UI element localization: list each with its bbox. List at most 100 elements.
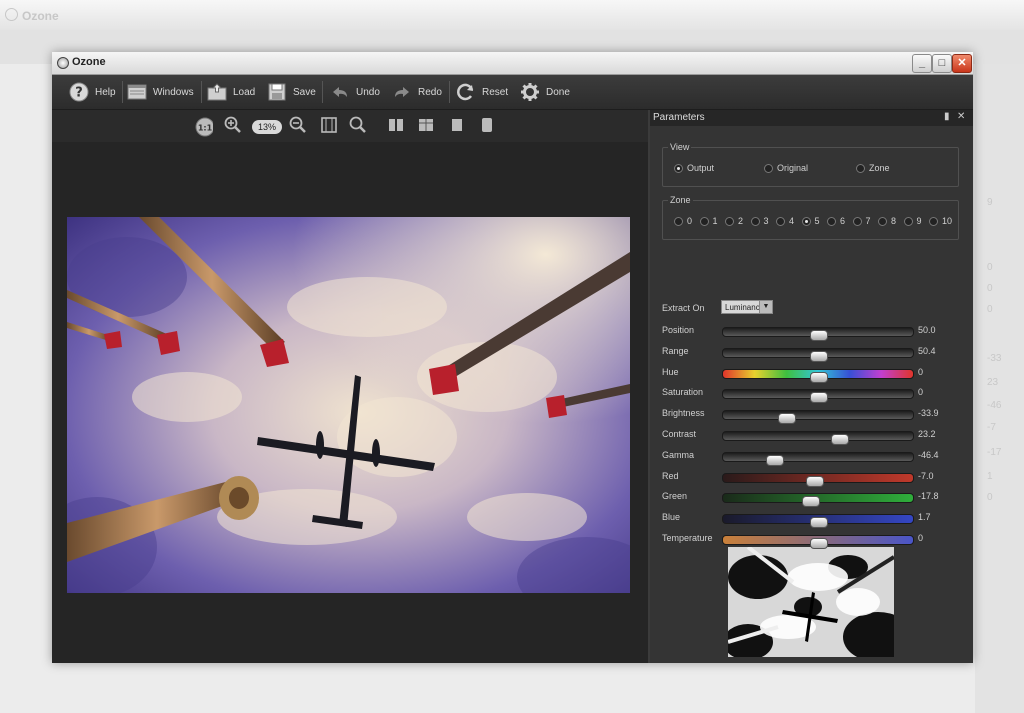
full-view-button[interactable]: [478, 117, 496, 136]
slider-handle[interactable]: [810, 538, 828, 549]
load-button[interactable]: Load: [207, 80, 255, 104]
extract-on-select[interactable]: Luminance ▼: [721, 300, 773, 314]
zone-option-7[interactable]: 7: [852, 216, 871, 226]
param-row-brightness: Brightness -33.9: [650, 404, 973, 425]
view-option-original[interactable]: Original: [764, 163, 808, 173]
actual-size-button[interactable]: 1:1: [195, 117, 213, 137]
zone-option-6[interactable]: 6: [827, 216, 845, 226]
slider-handle[interactable]: [777, 413, 796, 425]
close-icon[interactable]: ✕: [957, 111, 965, 122]
slider-handle[interactable]: [810, 371, 828, 383]
param-value: 50.0: [918, 325, 936, 335]
red-slider[interactable]: [722, 472, 914, 487]
param-row-green: Green -17.8: [650, 487, 973, 508]
range-slider[interactable]: [722, 347, 914, 362]
radio-icon: [674, 163, 683, 173]
window-title: Ozone: [72, 56, 106, 68]
view-option-output[interactable]: Output: [674, 163, 714, 173]
param-label: Hue: [662, 366, 679, 377]
maximize-button[interactable]: □: [932, 54, 952, 73]
slider-handle[interactable]: [810, 392, 828, 404]
save-button[interactable]: Save: [267, 80, 316, 104]
slider-handle[interactable]: [802, 496, 821, 508]
param-value: 1.7: [918, 512, 931, 523]
zoom-in-button[interactable]: [224, 116, 242, 139]
brightness-slider[interactable]: [722, 410, 914, 425]
fit-to-window-button[interactable]: [320, 116, 338, 139]
background-title: Ozone: [22, 9, 59, 23]
view-option-zone[interactable]: Zone: [856, 163, 890, 173]
radio-icon: [764, 163, 773, 173]
position-slider[interactable]: [722, 327, 914, 341]
zone-option-2[interactable]: 2: [725, 216, 743, 226]
param-value: 23.2: [918, 429, 936, 439]
minimize-button[interactable]: _: [912, 54, 932, 73]
background-value: -33: [987, 353, 1002, 364]
zone-option-3[interactable]: 3: [750, 216, 769, 226]
blue-slider[interactable]: [722, 514, 914, 529]
slider-handle[interactable]: [806, 475, 825, 487]
param-value: -46.4: [918, 449, 939, 460]
fit-icon: [320, 116, 338, 139]
view-toolbar: 1:1 13%: [52, 110, 648, 142]
zone-option-label: 5: [814, 216, 820, 226]
toolbar-separator: [449, 81, 450, 103]
slider-handle[interactable]: [810, 517, 828, 529]
slider-handle[interactable]: [830, 434, 849, 445]
save-label: Save: [293, 86, 316, 98]
split-vertical-icon: [387, 116, 405, 139]
extract-on-label: Extract On: [662, 303, 705, 313]
param-label: Red: [662, 470, 679, 481]
contrast-slider[interactable]: [722, 431, 914, 445]
zone-preview-thumbnail: [728, 547, 894, 657]
split-horizontal-button[interactable]: [417, 118, 435, 136]
zoom-in-icon: [224, 116, 242, 139]
pin-icon[interactable]: ▮: [944, 111, 950, 122]
edited-image[interactable]: [67, 217, 630, 593]
slider-handle[interactable]: [766, 454, 785, 466]
param-value: -33.9: [918, 408, 939, 419]
background-value: 0: [987, 492, 993, 503]
undo-button[interactable]: Undo: [330, 80, 380, 104]
view-option-label: Output: [687, 163, 715, 173]
zone-option-9[interactable]: 9: [903, 216, 922, 226]
param-row-red: Red -7.0: [650, 467, 973, 487]
slider-handle[interactable]: [810, 330, 828, 341]
gamma-slider[interactable]: [722, 451, 914, 466]
done-button[interactable]: Done: [520, 80, 570, 104]
single-view-button[interactable]: [448, 118, 466, 136]
zone-option-label: 9: [916, 216, 922, 226]
param-row-hue: Hue 0: [650, 363, 973, 383]
help-label: Help: [95, 86, 116, 98]
window-titlebar[interactable]: Ozone _ □ ✕: [52, 52, 973, 75]
zone-option-1[interactable]: 1: [699, 216, 718, 226]
windows-button[interactable]: Windows: [127, 80, 194, 104]
zone-option-8[interactable]: 8: [878, 216, 896, 226]
slider-handle[interactable]: [810, 350, 828, 362]
zoom-tool-button[interactable]: [349, 116, 367, 136]
zone-option-label: 2: [738, 216, 744, 226]
reset-button[interactable]: Reset: [456, 80, 508, 104]
zone-option-10[interactable]: 10: [929, 216, 952, 226]
zone-option-label: 4: [789, 216, 795, 226]
param-value: 0: [918, 533, 924, 543]
zone-option-5[interactable]: 5: [801, 216, 820, 226]
hue-slider[interactable]: [722, 368, 914, 383]
temperature-slider[interactable]: [722, 535, 914, 549]
windows-label: Windows: [153, 86, 194, 98]
zone-option-0[interactable]: 0: [674, 216, 692, 226]
zoom-out-button[interactable]: [289, 116, 307, 136]
green-slider[interactable]: [722, 493, 914, 508]
close-button[interactable]: ✕: [952, 54, 972, 73]
split-view-button[interactable]: [387, 118, 405, 136]
saturation-slider[interactable]: [722, 389, 914, 404]
param-row-position: Position 50.0: [650, 321, 973, 341]
load-icon: [207, 82, 227, 102]
zone-option-4[interactable]: 4: [776, 216, 794, 226]
zone-option-label: 3: [763, 216, 769, 226]
help-button[interactable]: ? Help: [69, 80, 116, 104]
zoom-level-field[interactable]: 13%: [252, 120, 282, 134]
redo-button[interactable]: Redo: [392, 80, 442, 104]
radio-icon: [750, 216, 760, 226]
background-titlebar: Ozone: [0, 0, 1024, 30]
